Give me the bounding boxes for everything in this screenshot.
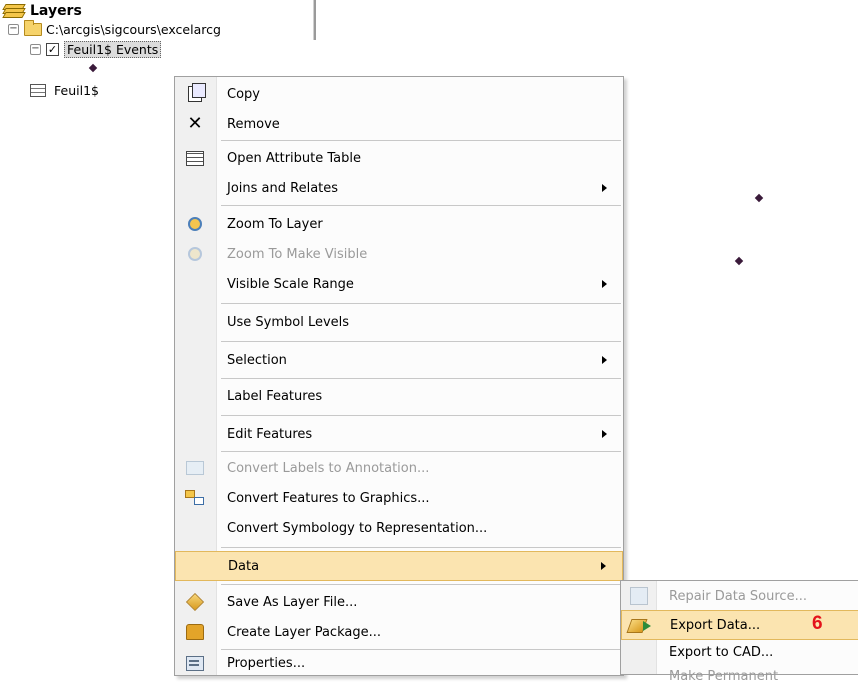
map-point <box>734 256 744 266</box>
menu-item-joins-and-relates[interactable]: Joins and Relates <box>175 173 623 203</box>
table-icon <box>30 83 46 97</box>
menu-separator <box>221 378 621 379</box>
layers-icon <box>2 3 26 19</box>
submenu-item-label: Export Data... <box>670 617 761 633</box>
remove-icon: ✕ <box>187 113 203 134</box>
menu-item-label: Label Features <box>227 388 323 404</box>
toc-table[interactable]: Feuil1$ <box>30 78 99 102</box>
copy-icon <box>183 83 207 102</box>
menu-item-label: Use Symbol Levels <box>227 314 350 330</box>
menu-item-selection[interactable]: Selection <box>175 345 623 375</box>
menu-item-use-symbol-levels[interactable]: Use Symbol Levels <box>175 307 623 337</box>
menu-separator <box>221 547 621 548</box>
menu-item-label: Convert Labels to Annotation... <box>227 460 430 476</box>
menu-item-label: Edit Features <box>227 426 313 442</box>
menu-item-data[interactable]: Data <box>175 551 623 581</box>
export-data-icon <box>626 618 654 632</box>
layer-symbol <box>88 58 98 78</box>
folder-icon <box>24 19 42 36</box>
submenu-arrow-icon <box>602 184 607 192</box>
submenu-item-label: Export to CAD... <box>669 644 774 660</box>
toc-splitter[interactable] <box>313 0 316 40</box>
workspace-path: C:\arcgis\sigcours\excelarcg <box>46 21 221 37</box>
menu-item-label: Create Layer Package... <box>227 624 381 640</box>
repair-data-icon <box>625 587 653 605</box>
submenu-item-label: Repair Data Source... <box>669 588 807 604</box>
menu-item-save-as-layer-file[interactable]: Save As Layer File... <box>175 587 623 617</box>
menu-item-label-features[interactable]: Label Features <box>175 381 623 411</box>
menu-separator <box>221 584 621 585</box>
menu-separator <box>221 415 621 416</box>
submenu-arrow-icon <box>602 280 607 288</box>
menu-item-label: Convert Symbology to Representation... <box>227 520 488 536</box>
menu-item-convert-symbology-to-representation[interactable]: Convert Symbology to Representation... <box>175 513 623 543</box>
layer-name[interactable]: Feuil1$ Events <box>64 40 162 58</box>
submenu-item-export-data[interactable]: Export Data... 6 <box>621 610 858 640</box>
menu-item-create-layer-package[interactable]: Create Layer Package... <box>175 617 623 647</box>
attribute-table-icon <box>183 150 207 166</box>
menu-item-zoom-to-make-visible: Zoom To Make Visible <box>175 239 623 269</box>
menu-item-label: Remove <box>227 116 280 132</box>
toc-layer[interactable]: − ✓ Feuil1$ Events <box>30 38 162 60</box>
menu-item-label: Save As Layer File... <box>227 594 358 610</box>
menu-item-convert-labels-to-annotation: Convert Labels to Annotation... <box>175 453 623 483</box>
table-name: Feuil1$ <box>54 82 99 98</box>
point-symbol-icon <box>88 63 98 73</box>
menu-item-label: Data <box>228 558 260 574</box>
menu-item-edit-features[interactable]: Edit Features <box>175 419 623 449</box>
menu-separator <box>221 140 621 141</box>
map-point <box>754 193 764 203</box>
toc-workspace[interactable]: − C:\arcgis\sigcours\excelarcg <box>8 18 221 40</box>
menu-item-label: Zoom To Layer <box>227 216 323 232</box>
menu-item-label: Convert Features to Graphics... <box>227 490 430 506</box>
layer-context-menu: Copy ✕ Remove Open Attribute Table Joins… <box>174 76 624 676</box>
menu-item-open-attribute-table[interactable]: Open Attribute Table <box>175 143 623 173</box>
collapse-toggle-icon[interactable]: − <box>8 23 19 35</box>
toc-title: Layers <box>30 3 82 19</box>
data-submenu: Repair Data Source... Export Data... 6 E… <box>620 580 858 684</box>
layer-package-icon <box>183 624 207 640</box>
submenu-arrow-icon <box>602 430 607 438</box>
menu-separator <box>221 451 621 452</box>
menu-item-properties[interactable]: Properties... <box>175 649 623 677</box>
layer-visibility-checkbox[interactable]: ✓ <box>46 42 59 56</box>
menu-item-convert-features-to-graphics[interactable]: Convert Features to Graphics... <box>175 483 623 513</box>
submenu-item-repair-data-source: Repair Data Source... <box>621 581 858 611</box>
menu-item-label: Joins and Relates <box>227 180 339 196</box>
menu-item-label: Selection <box>227 352 287 368</box>
submenu-arrow-icon <box>601 562 606 570</box>
menu-separator <box>221 303 621 304</box>
convert-labels-icon <box>183 461 207 475</box>
menu-item-label: Open Attribute Table <box>227 150 362 166</box>
menu-item-zoom-to-layer[interactable]: Zoom To Layer <box>175 209 623 239</box>
convert-graphics-icon <box>183 490 207 506</box>
layer-file-icon <box>183 592 207 612</box>
properties-icon <box>183 655 207 671</box>
menu-separator <box>221 205 621 206</box>
menu-item-remove[interactable]: ✕ Remove <box>175 109 623 139</box>
submenu-arrow-icon <box>602 356 607 364</box>
zoom-to-layer-icon <box>183 217 207 231</box>
submenu-item-make-permanent: Make Permanent <box>621 661 858 691</box>
menu-item-label: Properties... <box>227 655 306 671</box>
menu-item-label: Zoom To Make Visible <box>227 246 368 262</box>
menu-separator <box>221 341 621 342</box>
menu-item-label: Visible Scale Range <box>227 276 354 292</box>
menu-item-visible-scale-range[interactable]: Visible Scale Range <box>175 269 623 299</box>
step-number-badge: 6 <box>812 613 823 634</box>
collapse-toggle-icon[interactable]: − <box>30 43 41 55</box>
menu-item-copy[interactable]: Copy <box>175 79 623 109</box>
menu-item-label: Copy <box>227 86 260 102</box>
zoom-to-make-visible-icon <box>183 247 207 261</box>
